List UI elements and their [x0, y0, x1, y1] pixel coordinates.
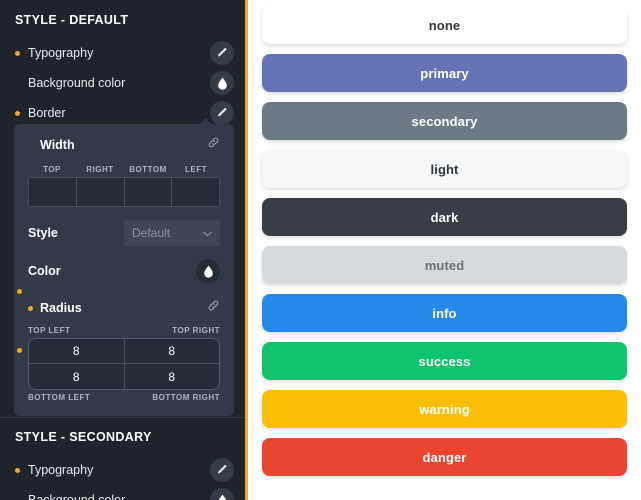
bullet-marker-empty: [15, 81, 20, 86]
radius-label-top-right: TOP RIGHT: [172, 326, 220, 335]
bullet-marker: [28, 305, 33, 311]
pencil-icon[interactable]: [210, 41, 234, 65]
radius-inputs-group: 8 8 8 8: [28, 338, 220, 390]
width-label-bottom: BOTTOM: [129, 165, 167, 174]
droplet-icon[interactable]: [210, 71, 234, 95]
sidebar-row-label: Border: [28, 106, 66, 120]
radius-label-bottom-right: BOTTOM RIGHT: [152, 393, 220, 402]
preview-button-info[interactable]: info: [262, 294, 627, 332]
bullet-marker: [15, 110, 20, 116]
pencil-icon[interactable]: [210, 101, 234, 125]
style-editor-app: STYLE - DEFAULT Typography Background co…: [0, 0, 641, 500]
width-input-left[interactable]: [172, 178, 219, 206]
sidebar-row-label: Background color: [28, 76, 126, 90]
radius-bottom-labels: BOTTOM LEFT BOTTOM RIGHT: [28, 393, 220, 402]
width-label-top: TOP: [43, 165, 61, 174]
border-style-value: Default: [132, 226, 171, 240]
edge-bullet-marker: [17, 289, 22, 294]
border-style-row: Style Default: [28, 220, 220, 246]
button-preview-panel: none primary secondary light dark muted …: [248, 0, 641, 500]
radius-header: Radius: [28, 299, 220, 317]
radius-label-bottom-left: BOTTOM LEFT: [28, 393, 91, 402]
chevron-down-icon: [203, 224, 212, 242]
width-header: Width: [28, 136, 220, 154]
preview-button-secondary[interactable]: secondary: [262, 102, 627, 140]
width-input-right[interactable]: [76, 178, 125, 206]
panel-divider: [245, 0, 248, 500]
preview-button-none[interactable]: none: [262, 6, 627, 44]
width-label-left: LEFT: [185, 165, 207, 174]
radius-title: Radius: [40, 301, 82, 315]
bullet-marker: [15, 467, 20, 473]
border-settings-popup: Width TOP RIGHT BOTTOM LEFT Style Defaul…: [14, 118, 234, 416]
sidebar-row-label: Typography: [28, 463, 94, 477]
preview-button-success[interactable]: success: [262, 342, 627, 380]
preview-button-warning[interactable]: warning: [262, 390, 627, 428]
radius-input-top-left[interactable]: 8: [29, 339, 125, 364]
width-label-right: RIGHT: [86, 165, 114, 174]
sidebar-row-typography[interactable]: Typography: [0, 455, 248, 485]
sidebar-row-background-color[interactable]: Background color: [0, 485, 248, 500]
pencil-icon[interactable]: [210, 458, 234, 482]
preview-button-muted[interactable]: muted: [262, 246, 627, 284]
edge-bullet-marker: [17, 348, 22, 353]
border-style-select[interactable]: Default: [124, 220, 220, 246]
radius-top-labels: TOP LEFT TOP RIGHT: [28, 326, 220, 335]
width-input-top[interactable]: [29, 178, 77, 206]
section-title: STYLE - SECONDARY: [15, 430, 152, 444]
radius-label-top-left: TOP LEFT: [28, 326, 71, 335]
sidebar-row-background-color[interactable]: Background color: [0, 68, 248, 98]
radius-input-bottom-left[interactable]: 8: [29, 364, 125, 389]
link-icon[interactable]: [207, 136, 220, 154]
bullet-marker: [15, 50, 20, 56]
width-sub-labels: TOP RIGHT BOTTOM LEFT: [28, 165, 220, 174]
droplet-icon[interactable]: [196, 259, 220, 283]
border-color-label: Color: [28, 264, 61, 278]
border-style-label: Style: [28, 226, 58, 240]
droplet-icon[interactable]: [210, 488, 234, 500]
preview-button-light[interactable]: light: [262, 150, 627, 188]
width-input-bottom[interactable]: [124, 178, 173, 206]
radius-row-bottom: 8 8: [29, 364, 219, 389]
preview-button-primary[interactable]: primary: [262, 54, 627, 92]
sidebar-row-label: Typography: [28, 46, 94, 60]
preview-button-dark[interactable]: dark: [262, 198, 627, 236]
section-style-default: STYLE - DEFAULT Typography Background co…: [0, 0, 248, 128]
width-title: Width: [40, 138, 75, 152]
link-icon[interactable]: [207, 299, 220, 317]
radius-input-top-right[interactable]: 8: [124, 339, 219, 364]
style-sidebar: STYLE - DEFAULT Typography Background co…: [0, 0, 248, 500]
section-style-secondary: STYLE - SECONDARY Typography Background …: [0, 418, 248, 500]
section-title: STYLE - DEFAULT: [15, 13, 129, 27]
sidebar-row-typography[interactable]: Typography: [0, 38, 248, 68]
preview-button-danger[interactable]: danger: [262, 438, 627, 476]
bullet-marker-empty: [28, 143, 33, 148]
width-inputs-group: [28, 177, 220, 207]
radius-row-top: 8 8: [29, 339, 219, 364]
radius-input-bottom-right[interactable]: 8: [124, 364, 219, 389]
border-color-row: Color: [28, 259, 220, 283]
sidebar-row-label: Background color: [28, 493, 126, 500]
